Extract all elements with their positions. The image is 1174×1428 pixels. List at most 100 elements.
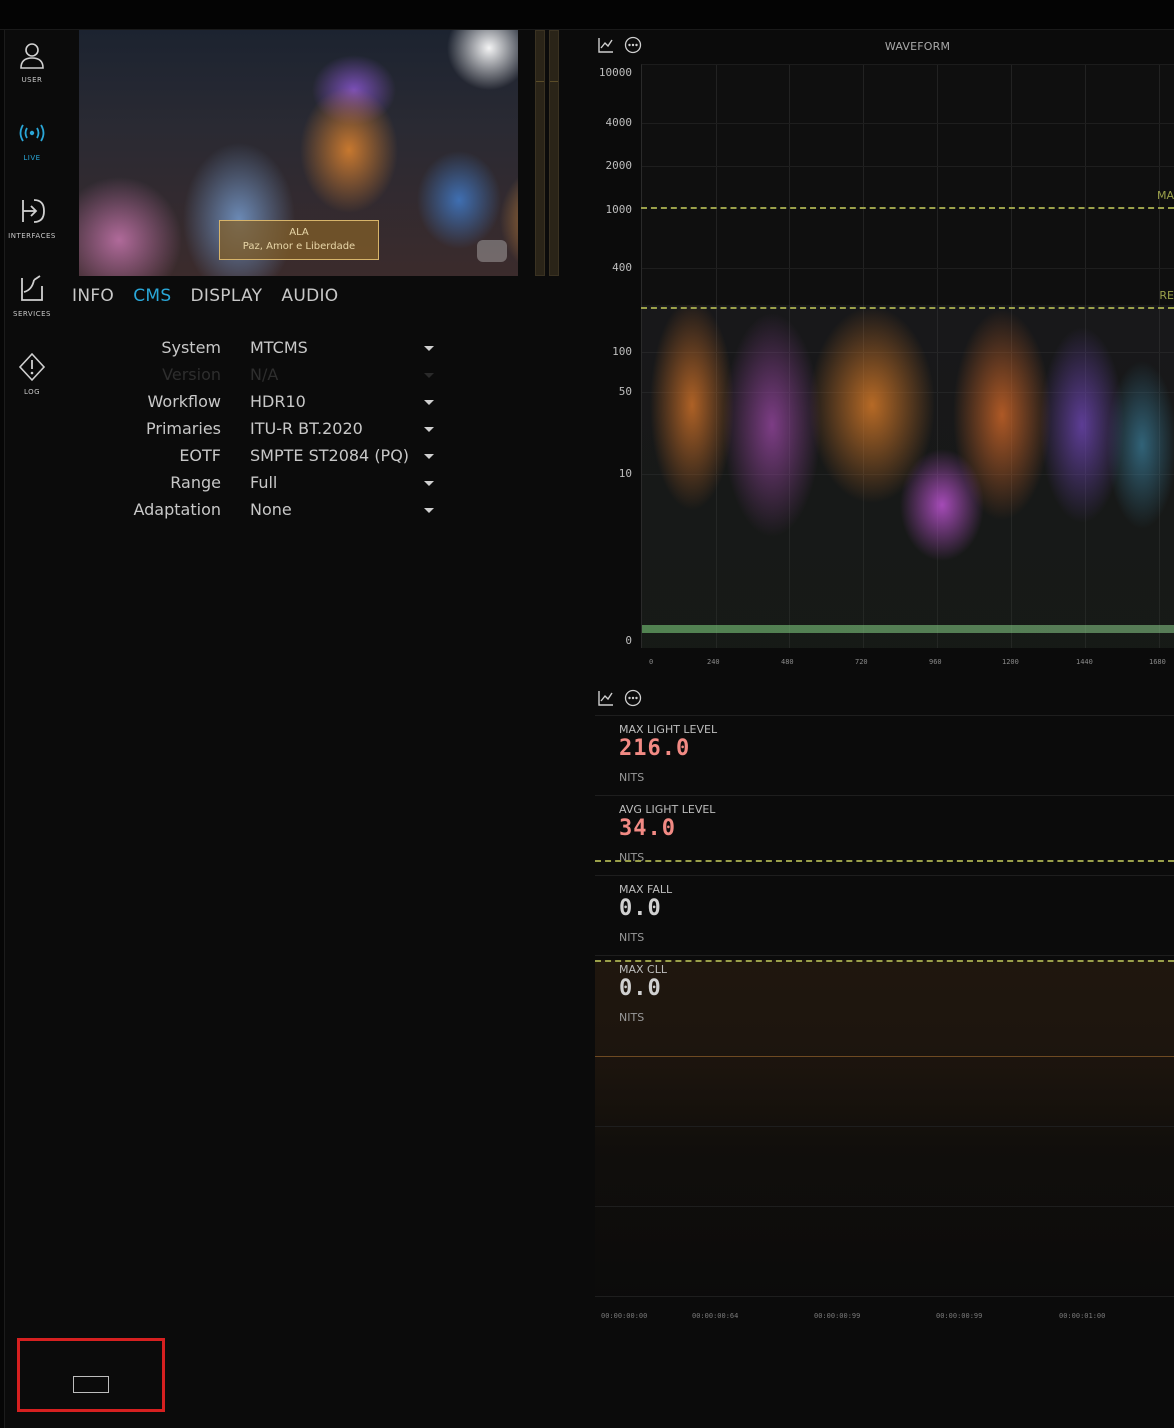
audio-meter-left bbox=[535, 30, 545, 276]
max-reference-label: MA bbox=[1156, 189, 1174, 202]
y-tick-label: 4000 bbox=[605, 116, 633, 129]
workflow-label: Workflow bbox=[147, 392, 221, 411]
top-bar bbox=[0, 0, 1174, 30]
waveform-title: WAVEFORM bbox=[884, 40, 951, 53]
stat-label: MAX LIGHT LEVEL bbox=[619, 723, 718, 736]
grid-line bbox=[595, 1206, 1174, 1207]
stat-max-fall: MAX FALL 0.0 NITS bbox=[595, 875, 1174, 955]
dropdown-caret-icon bbox=[424, 346, 434, 351]
grid-line bbox=[595, 1296, 1174, 1297]
x-tick-label: 960 bbox=[929, 658, 942, 666]
waveform-plot[interactable] bbox=[641, 64, 1174, 648]
time-tick-label: 00:00:00:00 bbox=[601, 1312, 648, 1320]
stat-unit: NITS bbox=[619, 851, 645, 864]
sidebar-item-services[interactable]: SERVICES bbox=[4, 268, 60, 338]
dropdown-caret-icon bbox=[424, 508, 434, 513]
more-options-icon[interactable] bbox=[624, 36, 642, 54]
eotf-select[interactable]: SMPTE ST2084 (PQ) bbox=[250, 446, 434, 470]
light-level-toolbar bbox=[596, 689, 656, 709]
x-tick-label: 1680 bbox=[1149, 658, 1166, 666]
tab-info[interactable]: INFO bbox=[72, 286, 114, 306]
y-tick-label: 2000 bbox=[605, 159, 633, 172]
x-tick-label: 0 bbox=[649, 658, 654, 666]
stat-unit: NITS bbox=[619, 1011, 645, 1024]
grid-line bbox=[642, 123, 1174, 124]
primaries-select[interactable]: ITU-R BT.2020 bbox=[250, 419, 434, 443]
x-tick-label: 480 bbox=[781, 658, 794, 666]
video-caption: ALA Paz, Amor e Liberdade bbox=[219, 220, 379, 260]
primaries-label: Primaries bbox=[146, 419, 221, 438]
cms-row-eotf: EOTF SMPTE ST2084 (PQ) bbox=[60, 446, 440, 473]
workflow-select[interactable]: HDR10 bbox=[250, 392, 434, 416]
reference-line bbox=[595, 960, 1174, 962]
time-tick-label: 00:00:00:99 bbox=[936, 1312, 983, 1320]
chart-icon[interactable] bbox=[597, 36, 615, 54]
x-tick-label: 1440 bbox=[1076, 658, 1093, 666]
y-tick-label: 400 bbox=[612, 261, 632, 274]
ref-white-label: RE bbox=[1159, 289, 1174, 302]
more-options-icon[interactable] bbox=[624, 689, 642, 707]
eotf-value: SMPTE ST2084 (PQ) bbox=[250, 446, 410, 465]
stat-label: MAX CLL bbox=[619, 963, 667, 976]
y-tick-label: 10000 bbox=[598, 66, 632, 79]
sidebar-item-interfaces[interactable]: INTERFACES bbox=[4, 190, 60, 260]
app-window: USER LIVE INTERFACES SERVICES LOG ALA Pa… bbox=[0, 0, 1174, 1428]
sidebar-item-user[interactable]: USER bbox=[4, 34, 60, 104]
warning-icon bbox=[18, 352, 46, 382]
sidebar-item-label: INTERFACES bbox=[8, 232, 56, 240]
workflow-value: HDR10 bbox=[250, 392, 306, 411]
chart-icon[interactable] bbox=[597, 689, 615, 707]
max-reference-line: MA bbox=[641, 189, 1174, 209]
dropdown-caret-icon bbox=[424, 373, 434, 378]
reference-line bbox=[595, 860, 1174, 862]
range-label: Range bbox=[170, 473, 221, 492]
cms-row-workflow: Workflow HDR10 bbox=[60, 392, 440, 419]
sidebar-item-label: LOG bbox=[23, 388, 41, 396]
stat-unit: NITS bbox=[619, 931, 645, 944]
eotf-label: EOTF bbox=[179, 446, 221, 465]
window-toggle-button[interactable] bbox=[73, 1376, 109, 1393]
stat-unit: NITS bbox=[619, 771, 645, 784]
range-select[interactable]: Full bbox=[250, 473, 434, 497]
adaptation-label: Adaptation bbox=[133, 500, 221, 519]
system-value: MTCMS bbox=[250, 338, 308, 357]
stat-max-cll: MAX CLL 0.0 NITS bbox=[595, 955, 1174, 1035]
cms-row-primaries: Primaries ITU-R BT.2020 bbox=[60, 419, 440, 446]
tab-bar: INFO CMS DISPLAY AUDIO bbox=[72, 286, 352, 310]
grid-line bbox=[642, 166, 1174, 167]
cms-row-system: System MTCMS bbox=[60, 338, 440, 365]
adaptation-value: None bbox=[250, 500, 292, 519]
tab-display[interactable]: DISPLAY bbox=[191, 286, 263, 306]
caption-subtitle: Paz, Amor e Liberdade bbox=[242, 241, 356, 252]
caption-title: ALA bbox=[289, 227, 309, 238]
stat-label: MAX FALL bbox=[619, 883, 673, 896]
grid-line bbox=[642, 268, 1174, 269]
services-icon bbox=[21, 275, 43, 301]
ref-white-line: RE bbox=[641, 289, 1174, 309]
sidebar-item-label: USER bbox=[21, 76, 43, 84]
time-tick-label: 00:00:00:64 bbox=[692, 1312, 739, 1320]
sidebar-item-log[interactable]: LOG bbox=[4, 346, 60, 416]
y-tick-label: 1000 bbox=[605, 203, 633, 216]
time-tick-label: 00:00:00:99 bbox=[814, 1312, 861, 1320]
primaries-value: ITU-R BT.2020 bbox=[250, 419, 363, 438]
sidebar-item-live[interactable]: LIVE bbox=[4, 112, 60, 182]
tab-audio[interactable]: AUDIO bbox=[281, 286, 338, 306]
version-select: N/A bbox=[250, 365, 434, 389]
tab-cms[interactable]: CMS bbox=[133, 286, 171, 306]
system-select[interactable]: MTCMS bbox=[250, 338, 434, 362]
cms-row-adaptation: Adaptation None bbox=[60, 500, 440, 527]
stat-label: AVG LIGHT LEVEL bbox=[619, 803, 716, 816]
interfaces-icon bbox=[22, 199, 45, 223]
camera-icon bbox=[477, 240, 507, 262]
dropdown-caret-icon bbox=[424, 481, 434, 486]
video-preview[interactable]: ALA Paz, Amor e Liberdade bbox=[79, 30, 518, 276]
adaptation-select[interactable]: None bbox=[250, 500, 434, 524]
stat-value: 216.0 bbox=[619, 736, 691, 761]
cms-row-version: Version N/A bbox=[60, 365, 440, 392]
waveform-baseline-trace bbox=[642, 625, 1174, 633]
y-tick-label: 50 bbox=[618, 385, 632, 398]
x-tick-label: 240 bbox=[707, 658, 720, 666]
waveform-trace bbox=[642, 305, 1174, 648]
stat-value: 0.0 bbox=[619, 896, 662, 921]
